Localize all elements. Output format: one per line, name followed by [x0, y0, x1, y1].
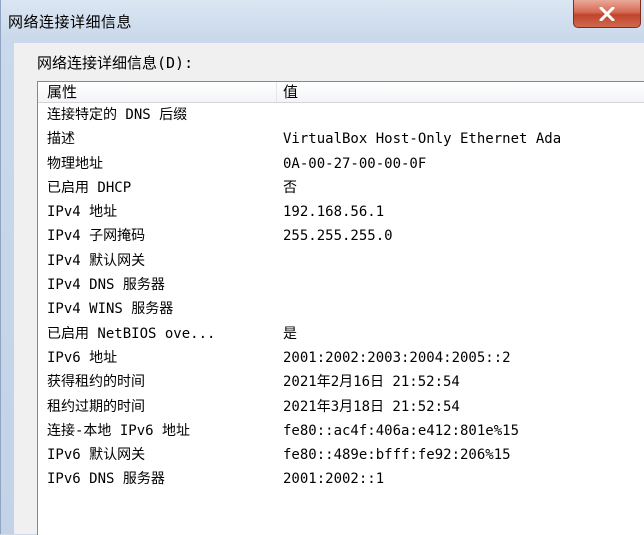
table-row[interactable]: IPv4 DNS 服务器 — [38, 273, 644, 297]
property-cell: IPv4 子网掩码 — [47, 228, 146, 245]
list-rows: 连接特定的 DNS 后缀 描述 VirtualBox Host-Only Ether… — [38, 103, 644, 492]
list-header: 属性 值 — [38, 82, 644, 103]
dialog-content: 网络连接详细信息(D): 属性 值 连接特定的 DNS 后缀 描述 VirtualB… — [14, 43, 644, 535]
value-cell — [283, 249, 644, 273]
value-cell: 2001:2002::1 — [283, 471, 385, 488]
table-row[interactable]: 描述 VirtualBox Host-Only Ethernet Ada — [38, 127, 644, 151]
value-cell: 2021年2月16日 21:52:54 — [283, 374, 460, 391]
table-row[interactable]: 物理地址 0A-00-27-00-00-0F — [38, 152, 644, 176]
close-icon — [599, 6, 615, 21]
table-row[interactable]: 已启用 DHCP 否 — [38, 176, 644, 200]
value-cell: VirtualBox Host-Only Ethernet Ada — [283, 131, 562, 148]
value-cell: 是 — [283, 325, 297, 342]
column-header-value[interactable]: 值 — [283, 82, 643, 102]
value-cell — [283, 103, 644, 127]
table-row[interactable]: IPv4 默认网关 — [38, 249, 644, 273]
value-cell: fe80::ac4f:406a:e412:801e%15 — [283, 422, 520, 439]
close-button[interactable] — [573, 0, 641, 28]
table-row[interactable]: 连接特定的 DNS 后缀 — [38, 103, 644, 127]
table-row[interactable]: IPv6 地址 2001:2002:2003:2004:2005::2 — [38, 346, 644, 370]
details-list[interactable]: 属性 值 连接特定的 DNS 后缀 描述 VirtualBox Host-Only … — [37, 81, 644, 535]
table-row[interactable]: 租约过期的时间 2021年3月18日 21:52:54 — [38, 395, 644, 419]
window-title: 网络连接详细信息 — [8, 13, 133, 31]
value-cell: fe80::489e:bfff:fe92:206%15 — [283, 447, 511, 464]
title-bar[interactable]: 网络连接详细信息 — [1, 0, 644, 43]
table-row[interactable]: IPv4 WINS 服务器 — [38, 297, 644, 321]
value-cell — [283, 273, 644, 297]
property-cell: 物理地址 — [47, 155, 103, 172]
column-header-property[interactable]: 属性 — [47, 82, 277, 102]
property-cell: 连接-本地 IPv6 地址 — [47, 422, 191, 439]
value-cell: 255.255.255.0 — [283, 228, 393, 245]
table-row[interactable]: IPv6 默认网关 fe80::489e:bfff:fe92:206%15 — [38, 443, 644, 467]
column-divider[interactable] — [276, 82, 277, 102]
value-cell: 2001:2002:2003:2004:2005::2 — [283, 349, 511, 366]
table-row[interactable]: IPv4 子网掩码 255.255.255.0 — [38, 224, 644, 248]
property-cell: IPv4 DNS 服务器 — [47, 277, 165, 294]
value-cell: 192.168.56.1 — [283, 204, 385, 221]
property-cell: 租约过期的时间 — [47, 398, 145, 415]
value-cell: 否 — [283, 179, 297, 196]
property-cell: IPv6 地址 — [47, 349, 118, 366]
value-cell: 0A-00-27-00-00-0F — [283, 155, 427, 172]
property-cell: 连接特定的 DNS 后缀 — [47, 107, 188, 123]
details-list-label: 网络连接详细信息(D): — [37, 54, 194, 72]
property-cell: IPv6 默认网关 — [47, 447, 146, 464]
property-cell: 已启用 DHCP — [47, 179, 132, 196]
property-cell: IPv4 WINS 服务器 — [47, 301, 174, 318]
value-cell — [283, 297, 644, 321]
property-cell: 已启用 NetBIOS ove... — [47, 325, 216, 342]
table-row[interactable]: IPv6 DNS 服务器 2001:2002::1 — [38, 467, 644, 491]
value-cell: 2021年3月18日 21:52:54 — [283, 398, 460, 415]
property-cell: 获得租约的时间 — [47, 374, 145, 391]
table-row[interactable]: 获得租约的时间 2021年2月16日 21:52:54 — [38, 370, 644, 394]
property-cell: IPv4 默认网关 — [47, 252, 146, 269]
table-row[interactable]: IPv4 地址 192.168.56.1 — [38, 200, 644, 224]
table-row[interactable]: 连接-本地 IPv6 地址 fe80::ac4f:406a:e412:801e%1… — [38, 419, 644, 443]
property-cell: 描述 — [47, 131, 75, 148]
property-cell: IPv4 地址 — [47, 204, 118, 221]
property-cell: IPv6 DNS 服务器 — [47, 471, 165, 488]
dialog-window: 网络连接详细信息 网络连接详细信息(D): 属性 值 连接特定的 DNS 后缀描… — [0, 0, 644, 535]
table-row[interactable]: 已启用 NetBIOS ove... 是 — [38, 322, 644, 346]
